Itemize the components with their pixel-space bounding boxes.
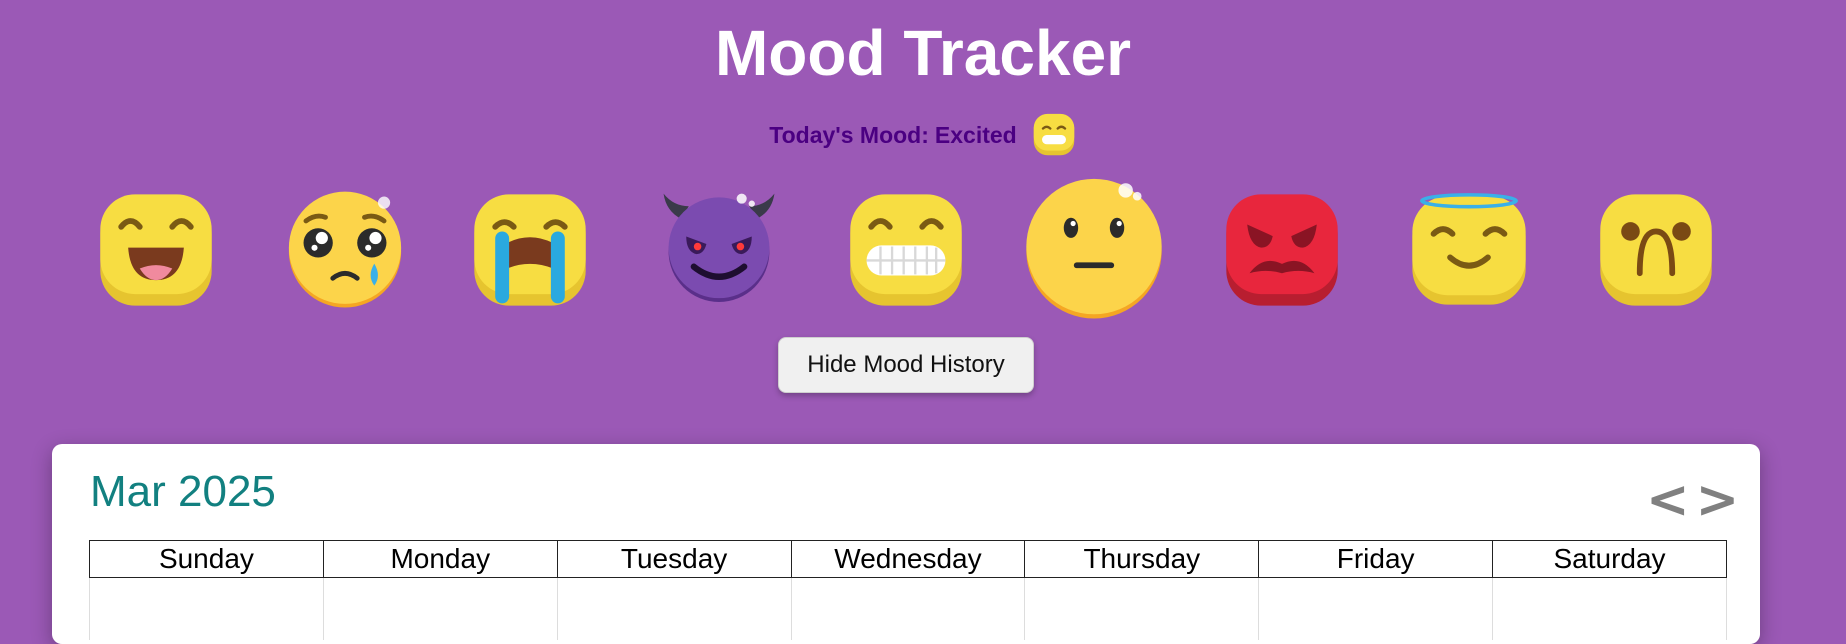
weekday-header: Sunday [89,540,324,578]
weekday-header: Tuesday [556,540,792,578]
prev-month-button[interactable]: < [1646,474,1690,526]
grimace-emoji-icon[interactable] [848,192,964,308]
pleading-teary-emoji-icon[interactable] [284,188,406,310]
crying-emoji-icon[interactable] [472,192,588,308]
calendar-day-cell[interactable] [1492,577,1727,640]
todays-mood-text: Today's Mood: Excited [769,122,1016,149]
calendar-week-row [89,577,1727,640]
weekday-header: Monday [322,540,558,578]
devil-emoji-icon[interactable] [656,180,782,308]
mood-calendar: Mar 2025 < > Sunday Monday Tuesday Wedne… [52,444,1760,644]
calendar-day-cell[interactable] [1258,577,1494,640]
next-month-button[interactable]: > [1696,474,1740,526]
todays-mood: Today's Mood: Excited [0,112,1846,158]
angel-halo-emoji-icon[interactable] [1410,188,1528,308]
frowning-emoji-icon[interactable] [1598,192,1714,308]
calendar-day-cell[interactable] [1024,577,1260,640]
weekday-header: Wednesday [790,540,1026,578]
calendar-day-cell[interactable] [556,577,792,640]
calendar-day-cell[interactable] [322,577,558,640]
neutral-emoji-icon[interactable] [1022,176,1166,320]
weekday-header: Friday [1258,540,1494,578]
calendar-grid: Sunday Monday Tuesday Wednesday Thursday… [89,540,1727,640]
angry-red-emoji-icon[interactable] [1224,192,1340,308]
mood-selector [0,176,1846,326]
page-title: Mood Tracker [714,17,1132,89]
calendar-day-cell[interactable] [790,577,1026,640]
calendar-day-cell[interactable] [89,577,324,640]
grimace-emoji-icon [1031,112,1077,158]
hide-mood-history-button[interactable]: Hide Mood History [778,337,1034,393]
weekday-header-row: Sunday Monday Tuesday Wednesday Thursday… [89,540,1727,578]
todays-mood-value: Excited [934,121,1017,148]
todays-mood-label: Today's Mood: [769,121,929,148]
calendar-nav: < > [1646,474,1739,526]
weekday-header: Thursday [1024,540,1260,578]
laughing-emoji-icon[interactable] [98,192,214,308]
weekday-header: Saturday [1492,540,1727,578]
calendar-month-label: Mar 2025 [90,467,276,516]
